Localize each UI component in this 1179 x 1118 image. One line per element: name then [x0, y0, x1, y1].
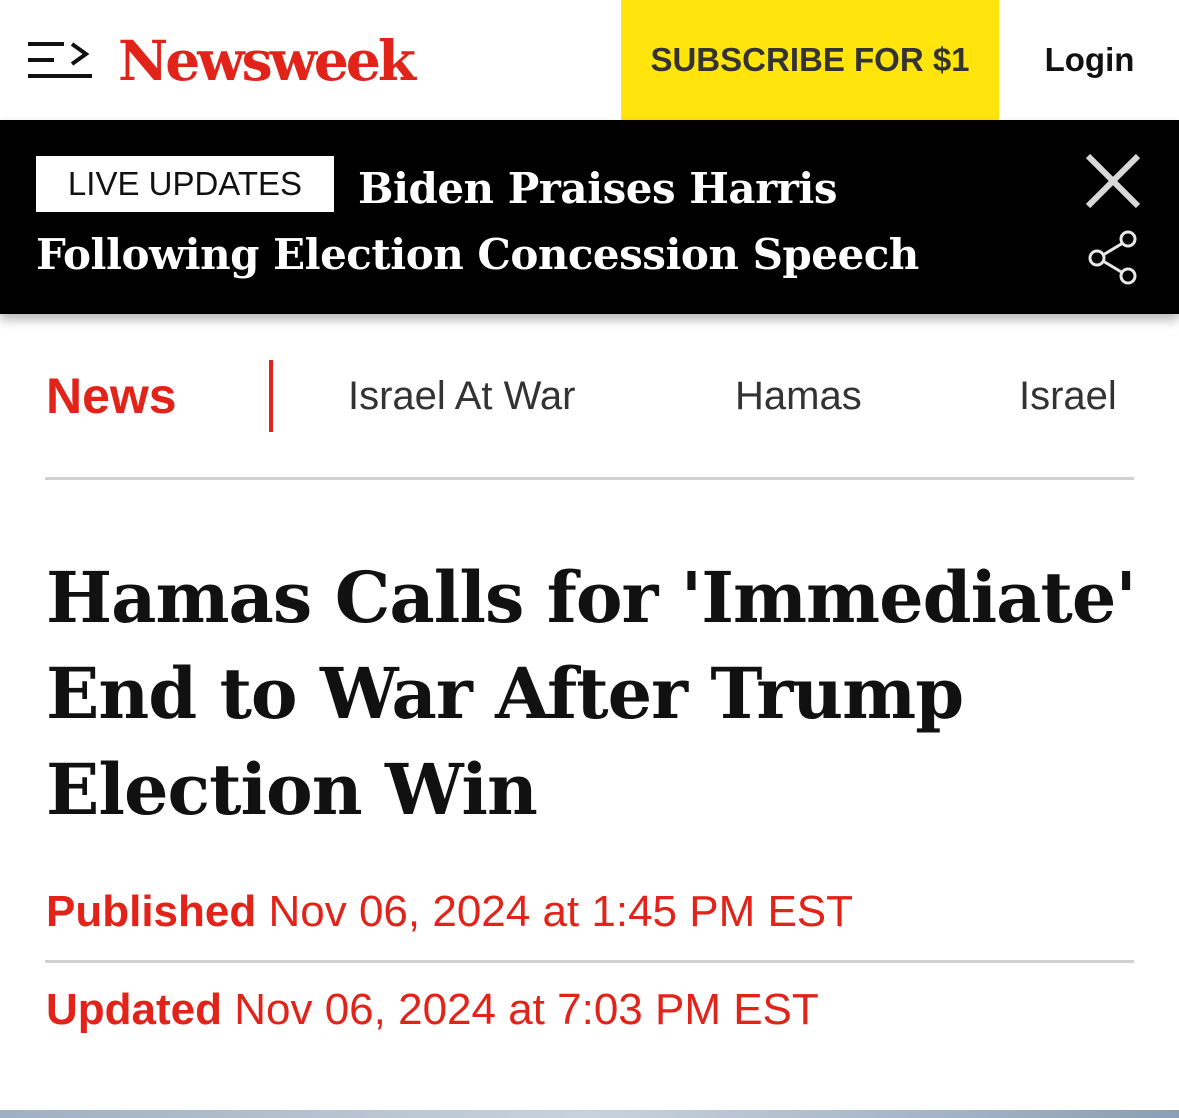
menu-icon[interactable] — [28, 38, 92, 82]
article-headline: Hamas Calls for 'Immediate' End to War A… — [46, 556, 1137, 831]
login-button[interactable]: Login — [1000, 0, 1179, 120]
live-updates-headline[interactable]: Biden Praises Harris Following Election … — [36, 156, 1026, 288]
subscribe-button[interactable]: SUBSCRIBE FOR $1 — [621, 0, 999, 120]
updated-value: Nov 06, 2024 at 7:03 PM EST — [234, 985, 819, 1034]
category-link-hamas[interactable]: Hamas — [735, 368, 862, 424]
published-value: Nov 06, 2024 at 1:45 PM EST — [268, 887, 854, 936]
category-link-israel-at-war[interactable]: Israel At War — [348, 368, 575, 424]
image-edge — [0, 1110, 1179, 1118]
published-label: Published — [46, 887, 257, 936]
category-link-israel[interactable]: Israel — [1019, 368, 1117, 424]
divider — [45, 960, 1134, 963]
divider — [45, 477, 1134, 480]
published-date: Published Nov 06, 2024 at 1:45 PM EST — [46, 884, 853, 940]
category-nav: News Israel At War Hamas Israel — [0, 338, 1179, 478]
newsweek-logo[interactable]: Newsweek — [118, 26, 416, 96]
updated-date: Updated Nov 06, 2024 at 7:03 PM EST — [46, 982, 819, 1038]
category-news[interactable]: News — [46, 366, 177, 426]
updated-label: Updated — [46, 985, 222, 1034]
live-updates-banner[interactable]: LIVE UPDATES Biden Praises Harris Follow… — [0, 120, 1179, 314]
site-header: Newsweek SUBSCRIBE FOR $1 Login — [0, 0, 1179, 120]
close-icon[interactable] — [1082, 150, 1144, 212]
category-divider — [269, 360, 273, 432]
share-icon[interactable] — [1086, 228, 1140, 286]
